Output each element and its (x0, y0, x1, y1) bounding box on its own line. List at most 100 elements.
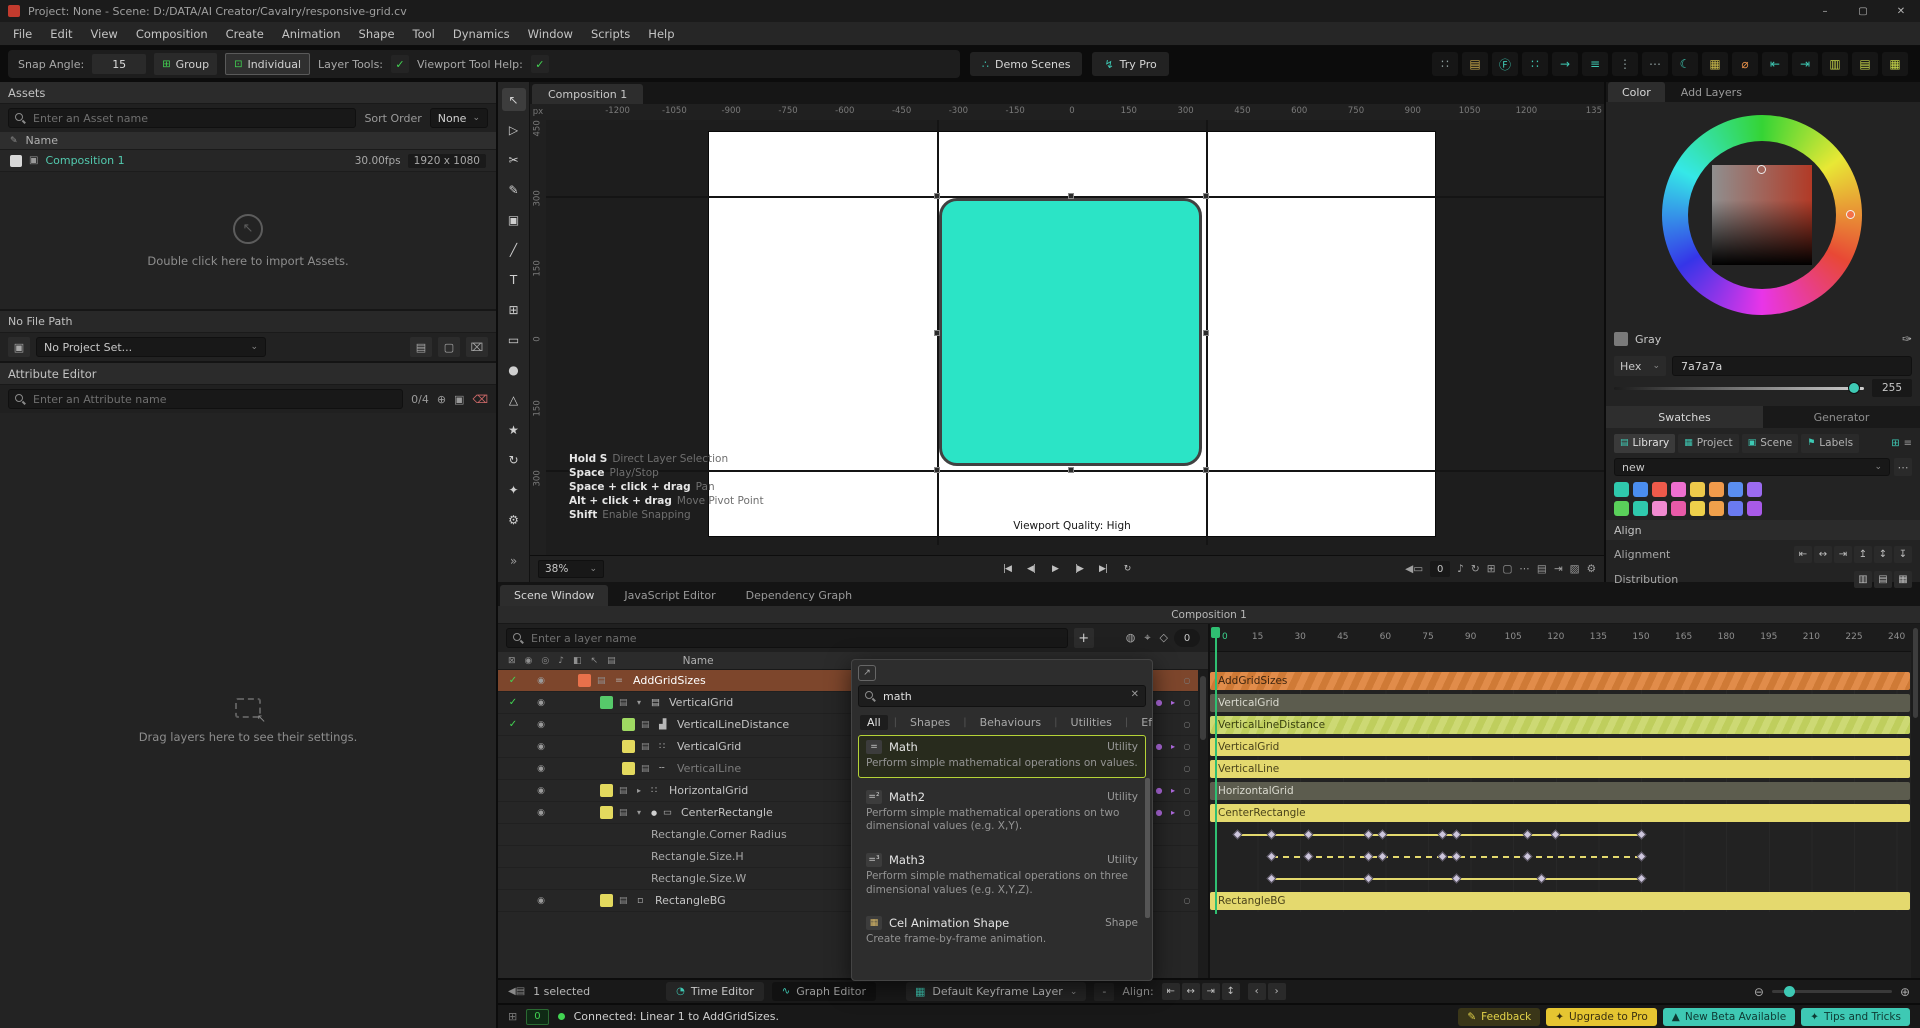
track-bar[interactable]: VerticalLineDistance (1210, 716, 1910, 734)
grid-status-icon[interactable]: ⊞ (508, 1010, 517, 1023)
selection-handle[interactable] (1068, 193, 1074, 199)
try-pro-button[interactable]: ↯ Try Pro (1092, 52, 1169, 76)
tab-graph-editor[interactable]: ∿ Graph Editor (771, 982, 876, 1001)
color-swatch[interactable] (1671, 482, 1686, 497)
keyframe-diamond[interactable] (1522, 851, 1533, 862)
layer-enable-checkbox[interactable]: ✓ (498, 719, 528, 730)
individual-button[interactable]: ⊡ Individual (225, 53, 311, 75)
behaviour-arrow-icon[interactable]: ▸ (1166, 786, 1180, 795)
behaviour-indicator-icon[interactable]: ● (1152, 742, 1166, 751)
render-toggle-icon[interactable]: ○ (1180, 764, 1194, 773)
expander-icon[interactable]: ▾ (637, 808, 651, 817)
previous-frame-button[interactable]: ◀| (1021, 560, 1041, 578)
rectangle-tool-icon[interactable]: ▭ (502, 328, 526, 351)
popup-tab-effects[interactable]: Effects (1134, 715, 1152, 730)
behaviour-arrow-icon[interactable]: ▸ (1166, 742, 1180, 751)
keyframe-diamond[interactable] (1377, 851, 1388, 862)
playhead-handle[interactable] (1211, 627, 1220, 638)
ellipse-tool-icon[interactable]: ● (502, 358, 526, 381)
snap-angle-field[interactable]: 15 (92, 54, 147, 74)
minimize-button[interactable]: – (1806, 0, 1844, 22)
select-column-icon[interactable]: ↖ (591, 656, 599, 666)
distribute-horizontal-icon[interactable]: ▥ (1854, 570, 1872, 588)
popup-tab-shapes[interactable]: Shapes (903, 715, 957, 730)
color-swatch[interactable] (1652, 501, 1667, 516)
selection-handle[interactable] (934, 467, 940, 473)
render-settings-icon[interactable]: ⚙ (1587, 563, 1596, 575)
layer-color-swatch[interactable] (622, 762, 635, 775)
new-beta-available-button[interactable]: ▲ New Beta Available (1662, 1007, 1796, 1026)
keyframe-layer-select[interactable]: ▦ Default Keyframe Layer ⌄ (905, 982, 1087, 1001)
search-plus-icon[interactable]: ⊕ (437, 393, 446, 406)
timeline-track[interactable] (1210, 868, 1920, 890)
keyframe-diamond[interactable] (1303, 829, 1314, 840)
close-button[interactable]: ✕ (1882, 0, 1920, 22)
track-bar[interactable]: VerticalLine (1210, 760, 1910, 778)
selection-handle[interactable] (934, 330, 940, 336)
zoom-slider-handle[interactable] (1783, 986, 1795, 997)
align-left-icon[interactable]: ⇤ (1762, 52, 1788, 76)
menu-window[interactable]: Window (519, 27, 582, 41)
color-mode-select[interactable]: Hex ⌄ (1614, 356, 1666, 376)
dots-grid-icon[interactable]: ∷ (1522, 52, 1548, 76)
swatch-source-library[interactable]: ▤ Library (1614, 433, 1676, 453)
keyframe-diamond[interactable] (1437, 851, 1448, 862)
popup-tab-all[interactable]: All (860, 714, 888, 730)
menu-file[interactable]: File (4, 27, 41, 41)
layer-color-swatch[interactable] (600, 696, 613, 709)
more-options-icon[interactable]: ⋯ (1642, 52, 1668, 76)
keyframe-diamond[interactable] (1451, 873, 1462, 884)
frame-badge-icon[interactable]: Ⓕ (1492, 52, 1518, 76)
next-frame-button[interactable]: |▶ (1069, 560, 1089, 578)
behaviour-indicator-icon[interactable]: ● (1152, 698, 1166, 707)
swatch-source-labels[interactable]: ⚑ Labels (1801, 433, 1860, 453)
sort-order-select[interactable]: None ⌄ (429, 108, 488, 128)
add-layer-button[interactable]: + (1073, 628, 1094, 648)
tab-javascript-editor[interactable]: JavaScript Editor (610, 585, 729, 606)
render-toggle-icon[interactable]: ○ (1180, 808, 1194, 817)
layer-enable-checkbox[interactable]: ✓ (498, 697, 528, 708)
timeline-track[interactable]: AddGridSizes (1210, 670, 1920, 692)
interpolation-field[interactable]: - (1094, 982, 1115, 1001)
tab-generator[interactable]: Generator (1763, 406, 1920, 428)
layer-enable-checkbox[interactable]: ✓ (498, 675, 528, 686)
zoom-out-icon[interactable]: ⊖ (1754, 985, 1764, 999)
keyframe-diamond[interactable] (1636, 873, 1646, 884)
timeline-track[interactable]: RectangleBG (1210, 890, 1920, 912)
timeline-zoom-slider[interactable] (1771, 986, 1892, 997)
color-swatch[interactable] (1633, 501, 1648, 516)
go-to-end-button[interactable]: ▶| (1093, 560, 1113, 578)
behaviour-indicator-icon[interactable]: ● (1152, 808, 1166, 817)
assets-import-dropzone[interactable]: ↖ Double click here to import Assets. (0, 172, 496, 311)
tab-dependency-graph[interactable]: Dependency Graph (732, 585, 866, 606)
color-swatch[interactable] (1690, 482, 1705, 497)
visibility-toggle-icon[interactable]: ◉ (528, 764, 554, 774)
keyframe-diamond[interactable] (1232, 829, 1243, 840)
keyframe-diamond[interactable] (1451, 851, 1462, 862)
zoom-select[interactable]: 38% ⌄ (538, 560, 604, 578)
sv-marker[interactable] (1757, 165, 1766, 174)
align-bottom-icon[interactable]: ↧ (1894, 545, 1912, 563)
timeline-track[interactable] (1210, 846, 1920, 868)
eyedropper-icon[interactable]: ✑ (1902, 332, 1912, 346)
lock-column-icon[interactable]: ⊠ (508, 656, 516, 666)
frame-field[interactable]: 0 (1174, 629, 1200, 647)
align-keys-stretch-icon[interactable]: ↕ (1221, 983, 1240, 1000)
upgrade-to-pro-button[interactable]: ✦ Upgrade to Pro (1546, 1007, 1657, 1026)
filter-icon[interactable]: ▣ (454, 393, 464, 406)
layout-grid-icon[interactable]: ▦ (1882, 52, 1908, 76)
menu-composition[interactable]: Composition (127, 27, 217, 41)
open-folder-icon[interactable]: ▤ (410, 337, 432, 357)
align-right-icon[interactable]: ⇥ (1792, 52, 1818, 76)
open-external-icon[interactable]: ↗ (858, 665, 876, 681)
align-center-h-icon[interactable]: ↔ (1814, 545, 1832, 563)
layer-color-swatch[interactable] (600, 806, 613, 819)
timeline-track[interactable]: CenterRectangle (1210, 802, 1920, 824)
popup-tab-behaviours[interactable]: Behaviours (973, 715, 1049, 730)
color-swatch[interactable] (1633, 482, 1648, 497)
scrollbar-thumb[interactable] (1200, 676, 1206, 740)
tool-strip-expand-icon[interactable]: » (502, 549, 526, 572)
play-button[interactable]: ▶ (1045, 560, 1065, 578)
display-icon[interactable]: ▢ (1503, 563, 1513, 575)
layer-color-swatch[interactable] (600, 784, 613, 797)
